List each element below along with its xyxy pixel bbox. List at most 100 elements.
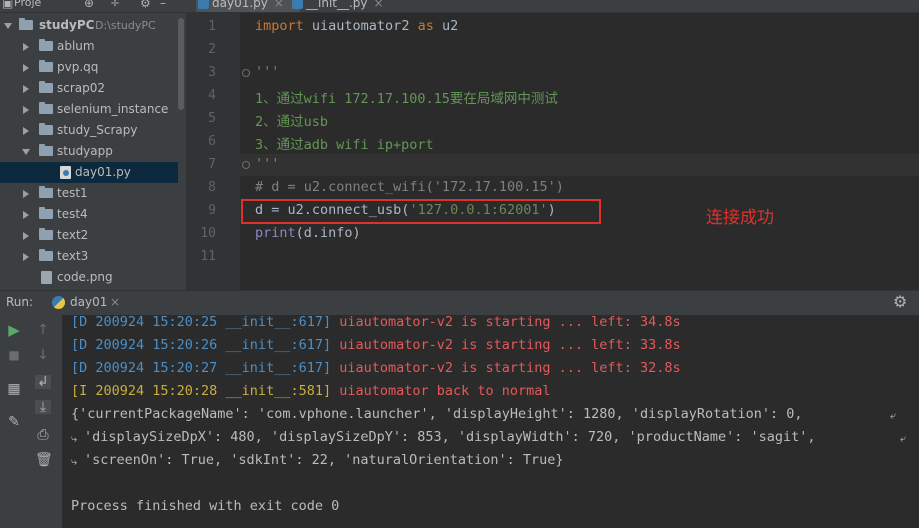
root-name: studyPC [39, 18, 95, 32]
tree-item-code-png[interactable]: code.png [0, 267, 178, 288]
close-icon[interactable]: × [374, 0, 384, 10]
tab-day01-py[interactable]: day01.py × [196, 0, 300, 12]
project-tree: studyPC D:\studyPC ablum pvp.qq scrap02 [0, 15, 178, 288]
fold-icon[interactable] [242, 69, 250, 77]
chevron-down-icon[interactable] [4, 23, 12, 29]
tree-item-text2[interactable]: text2 [0, 225, 178, 246]
tree-item-test1[interactable]: test1 [0, 183, 178, 204]
collapse-all-icon[interactable]: ÷ [110, 0, 120, 10]
tree-item-ablum[interactable]: ablum [0, 36, 178, 57]
tree-item-label: code.png [57, 270, 113, 284]
folder-icon [39, 39, 53, 51]
tree-item-label: scrap02 [57, 81, 106, 95]
close-icon[interactable]: × [274, 0, 284, 10]
tree-item-test4[interactable]: test4 [0, 204, 178, 225]
info-line: 'screenOn': True, 'sdkInt': 22, 'natural… [84, 452, 564, 468]
run-toolbar: Run: day01 × ⚙ [0, 290, 919, 316]
code-line-8: # d = u2.connect_wifi('172.17.100.15') [255, 179, 564, 195]
console-line: [D 200924 15:20:25 __init__:617] uiautom… [71, 314, 681, 330]
folder-icon [39, 207, 53, 219]
layout-icon[interactable]: ▦ [6, 382, 22, 396]
tree-item-scrap02[interactable]: scrap02 [0, 78, 178, 99]
chevron-right-icon[interactable] [23, 190, 29, 198]
console-line: [D 200924 15:20:26 __init__:617] uiautom… [71, 337, 681, 353]
code-line-5: 2、通过usb [255, 114, 329, 130]
log-prefix: [D 200924 15:20:27 __init__:617] [71, 360, 340, 376]
info-line: {'currentPackageName': 'com.vphone.launc… [71, 406, 803, 422]
tree-item-label: pvp.qq [57, 60, 99, 74]
line-number: 4 [208, 88, 216, 103]
tree-item-study-scrapy[interactable]: study_Scrapy [0, 120, 178, 141]
tree-item-text3[interactable]: text3 [0, 246, 178, 267]
tab-init-py[interactable]: __init__.py × [290, 0, 414, 12]
down-arrow-icon[interactable]: ↓ [35, 348, 51, 362]
chevron-right-icon[interactable] [23, 106, 29, 114]
trash-icon[interactable]: 🗑 [35, 453, 53, 467]
tree-item-label: study_Scrapy [57, 123, 138, 137]
scroll-from-source-icon[interactable]: ⊕ [84, 0, 94, 10]
close-icon[interactable]: × [110, 295, 120, 309]
annotation-text: 连接成功 [706, 208, 774, 228]
folder-icon [19, 18, 33, 30]
keyword: as [417, 18, 434, 34]
soft-wrap-icon[interactable]: ↲ [35, 375, 51, 389]
tree-item-label: test4 [57, 207, 88, 221]
rerun-icon[interactable]: ▶ [6, 323, 22, 338]
chevron-right-icon[interactable] [23, 43, 29, 51]
code-line-4: 1、通过wifi 172.17.100.15要在局域网中测试 [255, 91, 558, 107]
chevron-right-icon[interactable] [23, 85, 29, 93]
keyword: import [255, 18, 304, 34]
wrap-arrow-icon: ⤶ [900, 432, 907, 445]
python-file-icon [60, 166, 71, 179]
log-prefix: [D 200924 15:20:25 __init__:617] [71, 314, 340, 330]
line-number: 8 [208, 180, 216, 195]
code-line-7: ''' [255, 156, 280, 172]
tree-item-studyapp[interactable]: studyapp [0, 141, 178, 162]
folder-icon [39, 228, 53, 240]
code-line-1: import uiautomator2 as u2 [255, 18, 458, 34]
editor-tabs: day01.py × __init__.py × [186, 0, 919, 13]
tree-item-selenium-instance[interactable]: selenium_instance [0, 99, 178, 120]
code-text: (d.info) [295, 225, 361, 241]
log-message: uiautomator-v2 is starting ... left: 32.… [339, 360, 681, 376]
line-number: 9 [208, 203, 216, 218]
hide-icon[interactable]: – [160, 0, 166, 10]
tree-item-pvp-qq[interactable]: pvp.qq [0, 57, 178, 78]
log-message: uiautomator-v2 is starting ... left: 34.… [339, 314, 681, 330]
wrap-continue-icon: ⤷ [71, 455, 78, 468]
tree-item-day01-py[interactable]: day01.py [0, 162, 178, 183]
pin-icon[interactable]: ✎ [6, 415, 22, 429]
chevron-right-icon[interactable] [23, 64, 29, 72]
stop-icon[interactable]: ■ [6, 348, 22, 362]
folder-icon [39, 186, 53, 198]
chevron-right-icon[interactable] [23, 232, 29, 240]
run-config-tab[interactable]: day01 [70, 295, 107, 309]
folder-icon [39, 102, 53, 114]
log-prefix: [I 200924 15:20:28 __init__:581] [71, 383, 340, 399]
highlight-box [241, 199, 601, 224]
line-number: 6 [208, 134, 216, 149]
scroll-to-end-icon[interactable]: ⤓ [35, 400, 51, 414]
tree-item-label: text2 [57, 228, 89, 242]
project-scrollbar[interactable] [178, 18, 184, 110]
tree-item-label: ablum [57, 39, 95, 53]
project-panel-title[interactable]: Proje [14, 0, 41, 9]
process-finished-text: Process finished with exit code 0 [71, 498, 340, 514]
code-line-10: print(d.info) [255, 225, 361, 241]
chevron-down-icon[interactable] [22, 149, 30, 155]
chevron-right-icon[interactable] [23, 253, 29, 261]
fold-icon[interactable] [242, 161, 250, 169]
folder-icon [39, 249, 53, 261]
print-icon[interactable]: ⎙ [35, 428, 51, 442]
current-line-highlight [240, 154, 919, 176]
chevron-right-icon[interactable] [23, 127, 29, 135]
tree-root[interactable]: studyPC D:\studyPC [0, 15, 178, 36]
gear-icon[interactable]: ⚙ [893, 292, 907, 311]
chevron-right-icon[interactable] [23, 211, 29, 219]
up-arrow-icon[interactable]: ↑ [35, 323, 51, 337]
tree-item-label: studyapp [57, 144, 113, 158]
project-icon: ▣ [2, 0, 14, 10]
info-line: 'displaySizeDpX': 480, 'displaySizeDpY':… [84, 429, 816, 445]
gear-icon[interactable]: ⚙ [140, 0, 151, 10]
tree-item-label: test1 [57, 186, 88, 200]
